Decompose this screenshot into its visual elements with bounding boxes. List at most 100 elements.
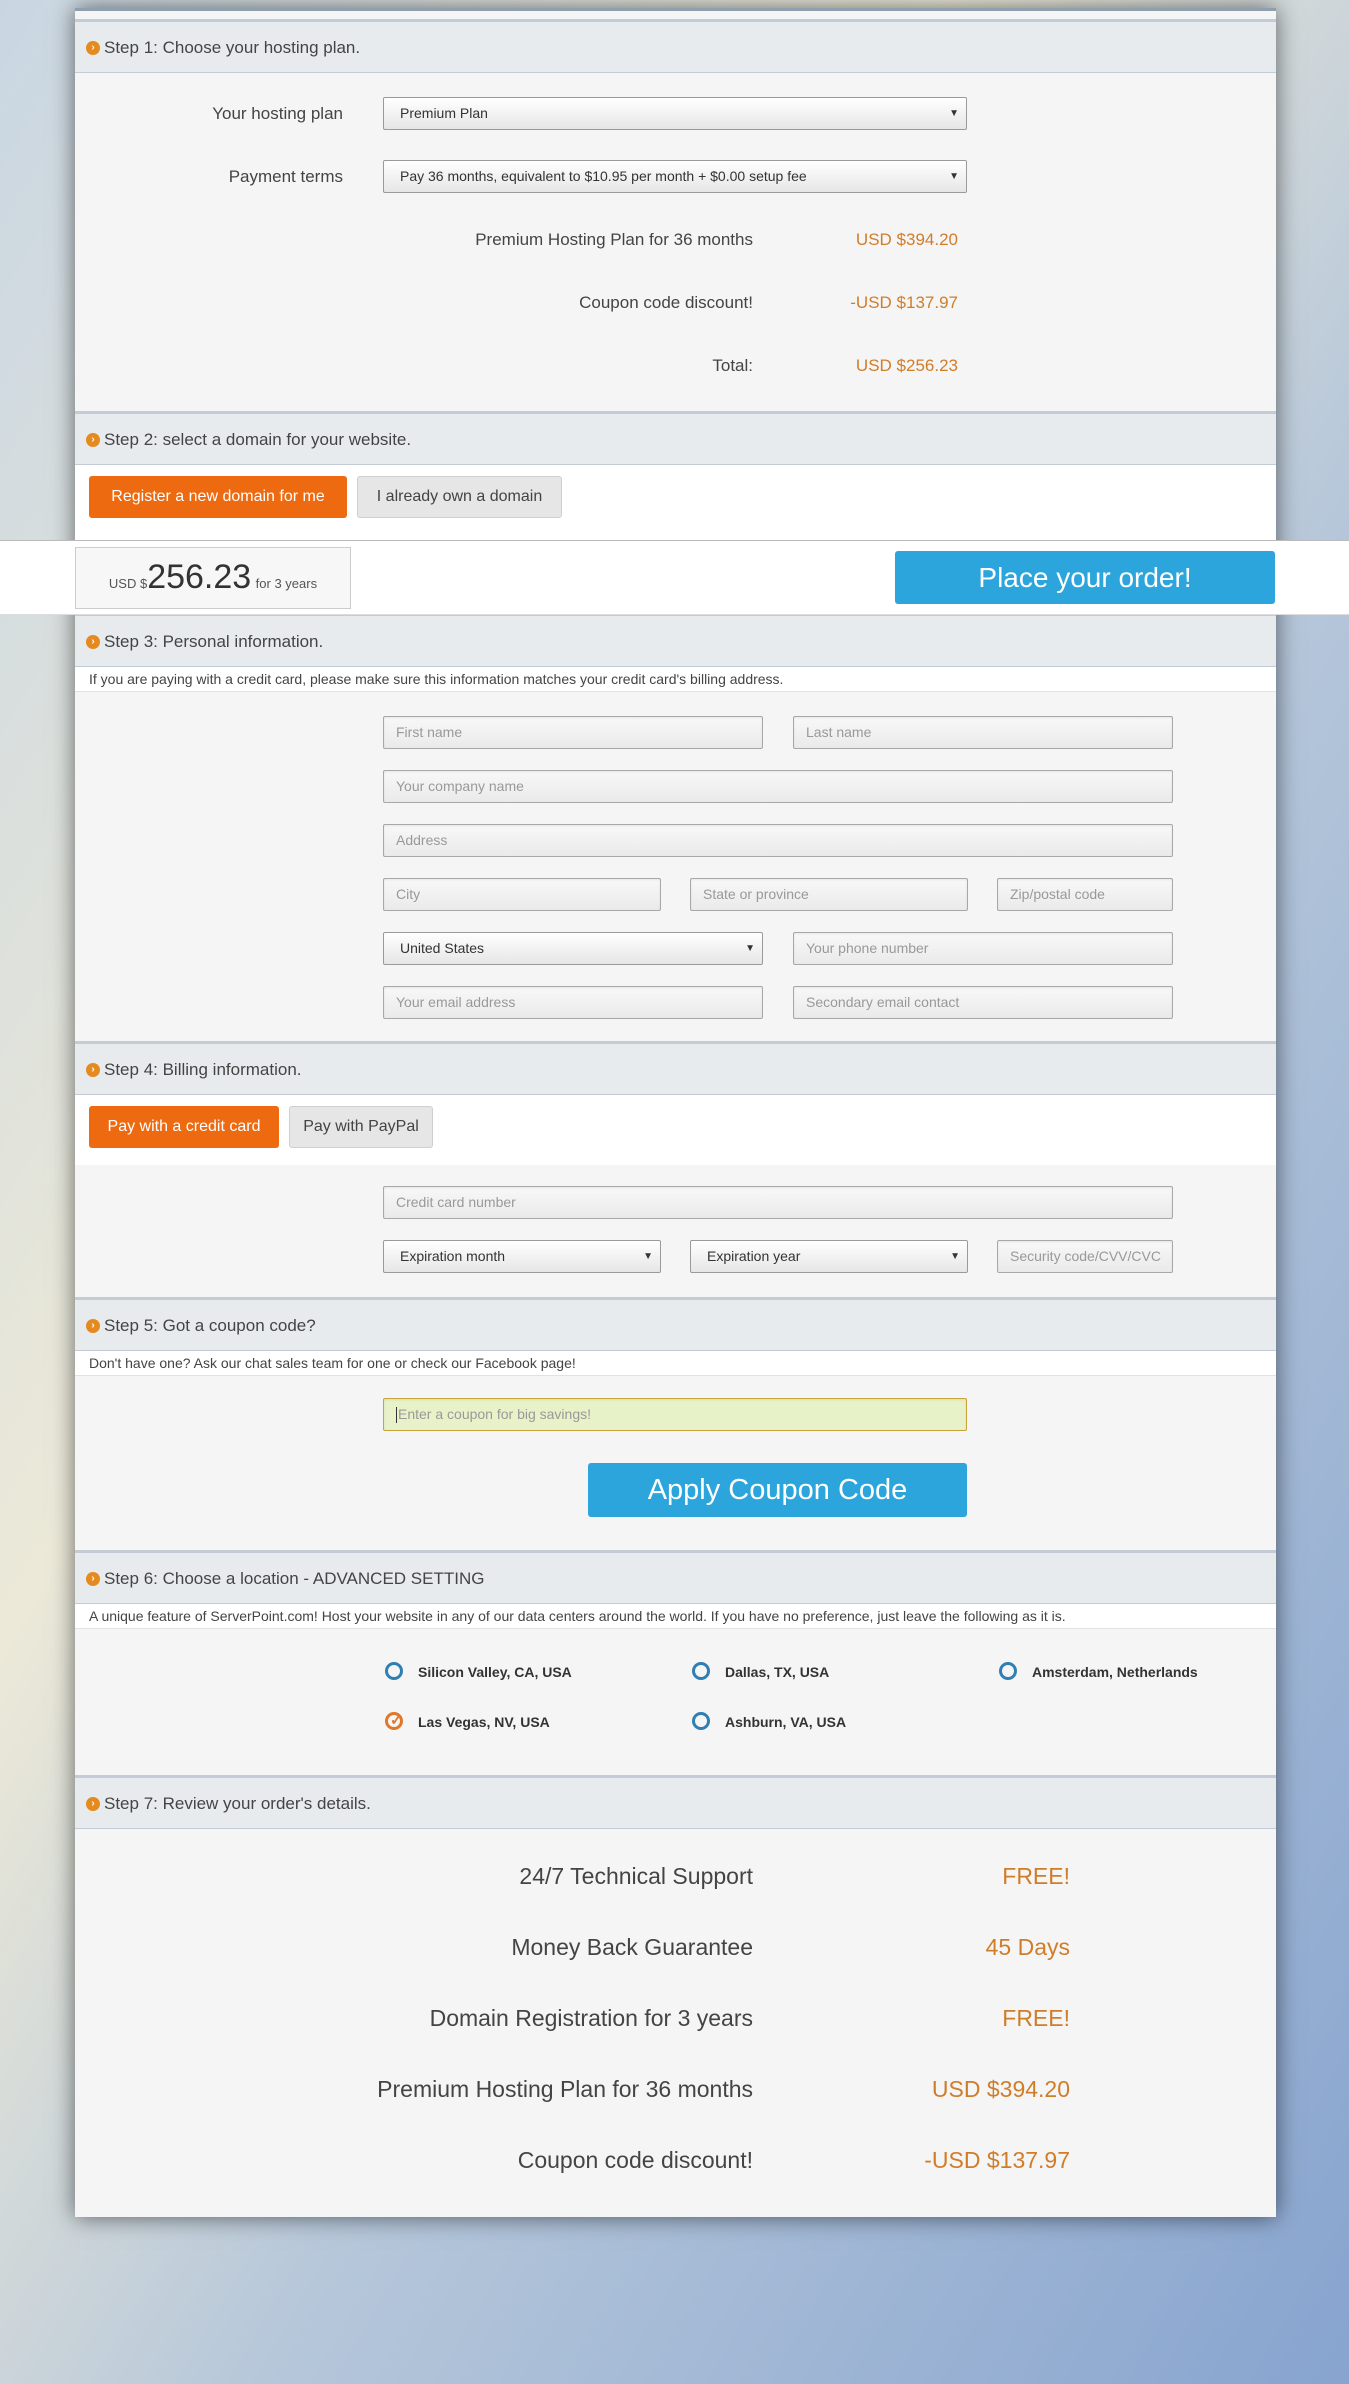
pay-paypal-button[interactable]: Pay with PayPal <box>289 1106 433 1148</box>
radio-unchecked-icon[interactable] <box>692 1712 710 1730</box>
chevron-circle-right-icon: › <box>86 1797 100 1811</box>
review-coupon-label: Coupon code discount! <box>517 2147 753 2173</box>
location-label: Dallas, TX, USA <box>725 1664 830 1680</box>
own-domain-button[interactable]: I already own a domain <box>357 476 562 518</box>
step1-title: Step 1: Choose your hosting plan. <box>104 38 361 57</box>
step3-note: If you are paying with a credit card, pl… <box>89 671 784 687</box>
secondary-email-input[interactable]: Secondary email contact <box>793 986 1173 1019</box>
zip-input[interactable]: Zip/postal code <box>997 878 1173 911</box>
coupon-placeholder: Enter a coupon for big savings! <box>398 1406 592 1422</box>
step5-note-band: Don't have one? Ask our chat sales team … <box>75 1351 1276 1376</box>
step5-title: Step 5: Got a coupon code? <box>104 1316 316 1335</box>
chevron-circle-right-icon: › <box>86 1572 100 1586</box>
review-plan-value: USD $394.20 <box>931 2076 1070 2102</box>
dropdown-arrow-icon: ▼ <box>950 1251 960 1262</box>
step5-note: Don't have one? Ask our chat sales team … <box>89 1355 576 1371</box>
review-guarantee-label: Money Back Guarantee <box>511 1934 753 1960</box>
sticky-period: for 3 years <box>255 576 318 591</box>
first-name-input[interactable]: First name <box>383 716 763 749</box>
chevron-circle-right-icon: › <box>86 433 100 447</box>
last-name-input[interactable]: Last name <box>793 716 1173 749</box>
radio-checked-icon[interactable]: ✓ <box>385 1712 403 1730</box>
chevron-circle-right-icon: › <box>86 1063 100 1077</box>
step7-title: Step 7: Review your order's details. <box>104 1794 371 1813</box>
dropdown-arrow-icon: ▼ <box>949 171 959 182</box>
coupon-line-price: -USD $137.97 <box>850 293 958 312</box>
order-form-panel: › Step 1: Choose your hosting plan. Your… <box>75 8 1276 2217</box>
expiration-year-value: Expiration year <box>707 1248 801 1264</box>
review-support-label: 24/7 Technical Support <box>519 1863 753 1889</box>
step2-header: › Step 2: select a domain for your websi… <box>75 411 1276 465</box>
location-label: Silicon Valley, CA, USA <box>418 1664 572 1680</box>
step3-header: › Step 3: Personal information. <box>75 613 1276 667</box>
expiration-year-select[interactable]: Expiration year ▼ <box>690 1240 968 1273</box>
hosting-plan-select[interactable]: Premium Plan ▼ <box>383 97 967 130</box>
step6-title: Step 6: Choose a location - ADVANCED SET… <box>104 1569 485 1588</box>
sticky-order-bar: USD $256.23 for 3 years Place your order… <box>0 540 1349 615</box>
text-cursor <box>396 1407 397 1424</box>
payment-terms-label: Payment terms <box>228 167 343 186</box>
review-coupon-value: -USD $137.97 <box>924 2147 1070 2173</box>
security-code-input[interactable]: Security code/CVV/CVC <box>997 1240 1173 1273</box>
review-support-value: FREE! <box>1002 1863 1070 1889</box>
state-input[interactable]: State or province <box>690 878 968 911</box>
plan-line-label: Premium Hosting Plan for 36 months <box>475 230 753 249</box>
review-domain-value: FREE! <box>1002 2005 1070 2031</box>
chevron-circle-right-icon: › <box>86 41 100 55</box>
company-input[interactable]: Your company name <box>383 770 1173 803</box>
review-guarantee-value: 45 Days <box>985 1934 1070 1960</box>
step6-note: A unique feature of ServerPoint.com! Hos… <box>89 1608 1066 1624</box>
chevron-circle-right-icon: › <box>86 635 100 649</box>
coupon-input[interactable]: Enter a coupon for big savings! <box>383 1398 967 1431</box>
review-domain-label: Domain Registration for 3 years <box>429 2005 753 2031</box>
apply-coupon-button[interactable]: Apply Coupon Code <box>588 1463 967 1517</box>
hosting-plan-label: Your hosting plan <box>212 104 343 123</box>
coupon-line-label: Coupon code discount! <box>579 293 753 312</box>
register-domain-button[interactable]: Register a new domain for me <box>89 476 347 518</box>
radio-unchecked-icon[interactable] <box>385 1662 403 1680</box>
review-plan-label: Premium Hosting Plan for 36 months <box>377 2076 753 2102</box>
place-order-button[interactable]: Place your order! <box>895 551 1275 604</box>
country-value: United States <box>400 940 485 956</box>
step2-title: Step 2: select a domain for your website… <box>104 430 412 449</box>
checkmark-icon: ✓ <box>390 1712 403 1729</box>
dropdown-arrow-icon: ▼ <box>643 1251 653 1262</box>
location-label: Ashburn, VA, USA <box>725 1714 847 1730</box>
step6-header: › Step 6: Choose a location - ADVANCED S… <box>75 1550 1276 1604</box>
location-label: Las Vegas, NV, USA <box>418 1714 550 1730</box>
step3-note-band: If you are paying with a credit card, pl… <box>75 667 1276 692</box>
step4-title: Step 4: Billing information. <box>104 1060 302 1079</box>
chevron-circle-right-icon: › <box>86 1319 100 1333</box>
address-input[interactable]: Address <box>383 824 1173 857</box>
country-select[interactable]: United States ▼ <box>383 932 763 965</box>
dropdown-arrow-icon: ▼ <box>745 943 755 954</box>
step4-options: Pay with a credit card Pay with PayPal <box>75 1095 1276 1165</box>
step6-note-band: A unique feature of ServerPoint.com! Hos… <box>75 1604 1276 1629</box>
dropdown-arrow-icon: ▼ <box>949 108 959 119</box>
step3-title: Step 3: Personal information. <box>104 632 324 651</box>
step2-options: Register a new domain for me I already o… <box>75 465 1276 540</box>
hosting-plan-value: Premium Plan <box>400 105 488 121</box>
step4-header: › Step 4: Billing information. <box>75 1041 1276 1095</box>
step5-header: › Step 5: Got a coupon code? <box>75 1297 1276 1351</box>
email-input[interactable]: Your email address <box>383 986 763 1019</box>
radio-unchecked-icon[interactable] <box>692 1662 710 1680</box>
phone-input[interactable]: Your phone number <box>793 932 1173 965</box>
pay-card-button[interactable]: Pay with a credit card <box>89 1106 279 1148</box>
sticky-total-box: USD $256.23 for 3 years <box>75 547 351 609</box>
sticky-amount: 256.23 <box>147 558 252 596</box>
location-label: Amsterdam, Netherlands <box>1032 1664 1198 1680</box>
total-label: Total: <box>712 356 753 375</box>
radio-unchecked-icon[interactable] <box>999 1662 1017 1680</box>
expiration-month-value: Expiration month <box>400 1248 506 1264</box>
sticky-currency: USD $ <box>108 576 148 591</box>
plan-line-price: USD $394.20 <box>855 230 958 249</box>
payment-terms-value: Pay 36 months, equivalent to $10.95 per … <box>400 168 807 184</box>
total-price: USD $256.23 <box>855 356 958 375</box>
payment-terms-select[interactable]: Pay 36 months, equivalent to $10.95 per … <box>383 160 967 193</box>
step7-header: › Step 7: Review your order's details. <box>75 1775 1276 1829</box>
expiration-month-select[interactable]: Expiration month ▼ <box>383 1240 661 1273</box>
step1-header: › Step 1: Choose your hosting plan. <box>75 19 1276 73</box>
city-input[interactable]: City <box>383 878 661 911</box>
card-number-input[interactable]: Credit card number <box>383 1186 1173 1219</box>
